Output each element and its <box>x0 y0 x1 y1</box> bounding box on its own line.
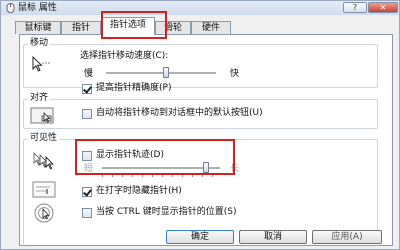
snap-title: 对齐 <box>28 93 51 104</box>
precision-checkbox[interactable] <box>82 84 92 94</box>
ctrl-location-checkbox[interactable] <box>82 208 92 218</box>
trails-checkbox[interactable] <box>82 151 92 161</box>
ctrl-location-label: 当按 CTRL 键时显示指针的位置(S) <box>96 207 237 217</box>
short-label: 短 <box>84 164 94 174</box>
apply-button[interactable]: 应用(A) <box>312 230 382 244</box>
trails-slider[interactable] <box>102 162 220 177</box>
snap-to-icon <box>30 106 54 126</box>
ok-button[interactable]: 确定 <box>166 230 234 244</box>
fast-label: 快 <box>230 69 240 79</box>
motion-title: 移动 <box>28 38 51 49</box>
tab-wheel[interactable]: 滑轮 <box>155 21 191 34</box>
speed-label: 选择指针移动速度(C): <box>80 51 169 61</box>
trails-label: 显示指针轨迹(D) <box>96 150 164 160</box>
visibility-title: 可见性 <box>28 133 60 144</box>
help-button[interactable]: ? <box>343 2 367 13</box>
trails-thumb[interactable] <box>203 162 209 173</box>
cancel-button[interactable]: 取消 <box>239 230 307 244</box>
pointer-speed-icon <box>30 53 54 73</box>
snap-label: 自动将指针移动到对话框中的默认按钮(U) <box>96 108 263 118</box>
snap-group: 对齐 自动将指针移动到对话框中的默认按钮(U) <box>23 93 378 129</box>
hide-while-typing-icon <box>32 180 56 200</box>
tab-buttons[interactable]: 鼠标键 <box>15 21 61 34</box>
precision-label: 提高指针精确度(P) <box>96 83 172 93</box>
speed-thumb[interactable] <box>163 67 169 78</box>
hide-typing-checkbox[interactable] <box>82 187 92 197</box>
motion-group: 移动 选择指针移动速度(C): 慢 快 提高指针精确度(P) <box>23 38 378 94</box>
snap-checkbox[interactable] <box>82 109 92 119</box>
pointer-trails-icon <box>32 150 56 170</box>
slow-label: 慢 <box>84 69 94 79</box>
hide-typing-label: 在打字时隐藏指针(H) <box>96 186 182 196</box>
speed-slider[interactable] <box>106 67 216 79</box>
tab-hardware[interactable]: 硬件 <box>191 21 231 34</box>
mouse-icon <box>6 3 15 13</box>
tab-pointer-options[interactable]: 指针选项 <box>101 17 155 35</box>
window-title: 鼠标 属性 <box>18 3 57 13</box>
title-bar: 鼠标 属性 ? ✕ <box>1 1 399 15</box>
show-location-icon <box>32 202 56 223</box>
pointer-options-panel: 移动 选择指针移动速度(C): 慢 快 提高指针精确度(P) 对齐 自动将指针移… <box>19 34 393 246</box>
mouse-properties-dialog: 鼠标 属性 ? ✕ 鼠标键 指针 指针选项 滑轮 硬件 移动 选择指针移动速度(… <box>0 0 400 250</box>
close-button[interactable]: ✕ <box>368 2 398 13</box>
trails-ticks <box>102 173 220 177</box>
speed-track <box>106 72 216 74</box>
long-label: 长 <box>230 164 240 174</box>
tab-pointers[interactable]: 指针 <box>61 21 101 34</box>
tab-strip: 鼠标键 指针 指针选项 滑轮 硬件 <box>15 17 395 35</box>
